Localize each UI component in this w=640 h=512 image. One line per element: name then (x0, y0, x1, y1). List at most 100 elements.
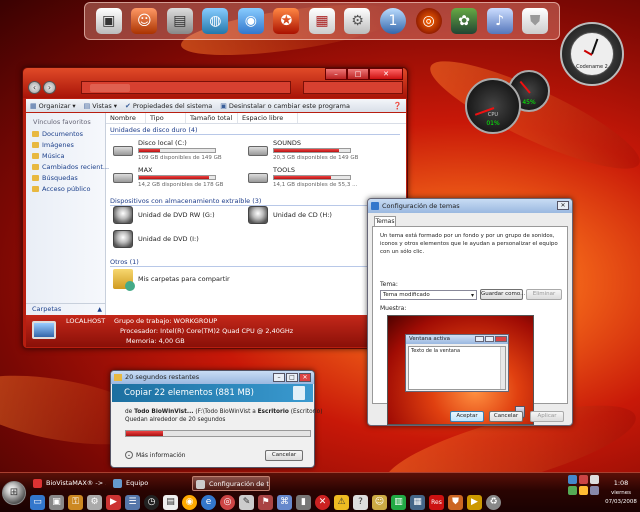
documents-icon[interactable]: ▤ (166, 8, 193, 34)
start-button[interactable]: ⊞ (2, 481, 26, 505)
views-button[interactable]: ▤ Vistas ▾ (84, 102, 117, 110)
cancel-copy-button[interactable]: Cancelar (265, 450, 303, 461)
nav-item-music[interactable]: Música (32, 152, 64, 160)
taskbar-button[interactable]: Equipo (110, 476, 186, 491)
more-info-toggle[interactable]: ⌄ Más información (125, 451, 185, 459)
settings-icon[interactable]: ⚙ (87, 494, 102, 510)
taskbar-clock-day[interactable]: viernes (604, 490, 638, 496)
bars-icon[interactable]: ▮ (296, 494, 311, 510)
drive-item[interactable]: SOUNDS 20,3 GB disponibles de 149 GB (248, 139, 373, 163)
help-icon[interactable]: ? (353, 494, 368, 510)
shield-icon[interactable]: ⛊ (448, 494, 463, 510)
column-header-name[interactable]: Nombre (106, 113, 146, 123)
taskbar-clock-time[interactable]: 1:08 (604, 479, 638, 487)
uninstall-button[interactable]: ▣ Desinstalar o cambiar este programa (220, 102, 350, 110)
maximize-button[interactable]: □ (286, 373, 298, 382)
shared-folders-item[interactable]: Mis carpetas para compartir (113, 269, 230, 291)
apply-button[interactable]: Aplicar (530, 411, 564, 422)
clock-gadget[interactable]: Codename 2 (560, 22, 624, 86)
internet-explorer-icon[interactable]: e (201, 494, 216, 510)
dvd-drive-item[interactable]: Unidad de DVD RW (G:) (113, 206, 215, 224)
media-player-icon[interactable]: ◎ (220, 494, 235, 510)
tray-network-icon[interactable] (568, 475, 577, 484)
nav-item-searches[interactable]: Búsquedas (32, 174, 78, 182)
drive-item[interactable]: TOOLS 14,1 GB disponibles de 55,3 ... (248, 166, 373, 190)
nav-item-documents[interactable]: Documentos (32, 130, 83, 138)
globe-icon[interactable]: ◍ (202, 8, 229, 34)
computer-icon[interactable]: ▣ (95, 8, 122, 34)
help-icon[interactable]: ❓ (393, 102, 402, 110)
tray-volume-icon[interactable] (590, 475, 599, 484)
cancel-button[interactable]: Cancelar (489, 411, 523, 422)
back-button[interactable]: ‹ (28, 81, 41, 94)
server-icon[interactable]: ▦ (410, 494, 425, 510)
close-button[interactable]: ✕ (299, 373, 311, 382)
close-button[interactable]: ✕ (369, 68, 403, 80)
lock-icon[interactable]: ⚿ (68, 494, 83, 510)
stop-icon[interactable]: ✕ (315, 494, 330, 510)
tray-shield-icon[interactable] (579, 475, 588, 484)
firefox-icon[interactable]: ◉ (182, 494, 197, 510)
resource-icon[interactable]: Res (429, 494, 444, 510)
drive-item[interactable]: MAX 14,2 GB disponibles de 178 GB (113, 166, 238, 190)
media-player-icon[interactable]: ✪ (273, 8, 300, 34)
tray-messenger-icon[interactable] (579, 486, 588, 495)
music-icon[interactable]: ♪ (486, 8, 513, 34)
group-header-removable[interactable]: Dispositivos con almacenamiento extraíbl… (110, 197, 400, 206)
maximize-button[interactable]: □ (347, 68, 369, 80)
dvd-drive-item[interactable]: Unidad de DVD (I:) (113, 230, 199, 248)
group-header-other[interactable]: Otros (1) (110, 258, 400, 267)
folders-toggle[interactable]: Carpetas ▲ (26, 303, 106, 315)
accept-button[interactable]: Aceptar (450, 411, 484, 422)
flag-icon[interactable]: ⚑ (258, 494, 273, 510)
wireless-icon[interactable]: ◎ (415, 8, 442, 34)
taskbar-button[interactable]: Configuración de te... (192, 476, 270, 491)
save-as-button[interactable]: Guardar como... (480, 289, 525, 300)
copy-dialog-titlebar[interactable]: 20 segundos restantes – □ ✕ (111, 371, 314, 384)
play-icon[interactable]: ▶ (467, 494, 482, 510)
system-properties-button[interactable]: ✔ Propiedades del sistema (125, 102, 212, 110)
warning-icon[interactable]: ⚠ (334, 494, 349, 510)
nav-item-recent[interactable]: Cambiados recient... (32, 163, 109, 171)
taskbar-clock-date[interactable]: 07/03/2008 (604, 499, 638, 505)
search-input[interactable] (303, 81, 403, 94)
column-header-total-size[interactable]: Tamaño total (186, 113, 238, 123)
tray-update-icon[interactable] (568, 486, 577, 495)
turtle-icon[interactable]: ✿ (451, 8, 478, 34)
people-icon[interactable]: ☺ (372, 494, 387, 510)
tools-icon[interactable]: ✎ (239, 494, 254, 510)
delete-button[interactable]: Eliminar (526, 289, 562, 300)
minimize-button[interactable]: – (273, 373, 285, 382)
nav-item-public[interactable]: Acceso público (32, 185, 90, 193)
dvd-drive-item[interactable]: Unidad de CD (H:) (248, 206, 332, 224)
address-bar[interactable] (81, 81, 291, 94)
network-icon[interactable]: ◉ (237, 8, 264, 34)
tray-device-icon[interactable] (590, 486, 599, 495)
close-button[interactable]: ✕ (557, 201, 569, 210)
taskbar-button[interactable]: BioVistaMAX® -> ... (30, 476, 106, 491)
desktop-icon[interactable]: ▭ (30, 494, 45, 510)
theme-select[interactable]: Tema modificado (380, 290, 477, 300)
explorer-titlebar[interactable]: ‹ › – □ ✕ (23, 68, 407, 98)
column-header-type[interactable]: Tipo (146, 113, 186, 123)
minimize-button[interactable]: – (325, 68, 347, 80)
network-icon[interactable]: ⌘ (277, 494, 292, 510)
nav-item-pictures[interactable]: Imágenes (32, 141, 74, 149)
document-icon[interactable]: ▤ (163, 494, 178, 510)
group-header-hard-drives[interactable]: Unidades de disco duro (4) (110, 126, 400, 135)
recycle-icon[interactable]: ♻ (486, 494, 501, 510)
address-crumb[interactable] (90, 84, 130, 92)
monitor-icon[interactable]: ▣ (49, 494, 64, 510)
calendar-icon[interactable]: ▦ (308, 8, 335, 34)
list-icon[interactable]: ☰ (125, 494, 140, 510)
user-icon[interactable]: ☺ (131, 8, 158, 34)
cpu-meter-gadget[interactable]: CPU 01% (465, 78, 521, 134)
settings-icon[interactable]: ⚙ (344, 8, 371, 34)
forward-button[interactable]: › (43, 81, 56, 94)
column-header-free-space[interactable]: Espacio libre (238, 113, 298, 123)
organize-button[interactable]: ▦ Organizar ▾ (30, 102, 76, 110)
drive-item[interactable]: Disco local (C:) 109 GB disponibles de 1… (113, 139, 238, 163)
media-icon[interactable]: ▶ (106, 494, 121, 510)
number-one-icon[interactable]: 1 (380, 8, 407, 34)
shield-icon[interactable]: ⛊ (522, 8, 549, 34)
